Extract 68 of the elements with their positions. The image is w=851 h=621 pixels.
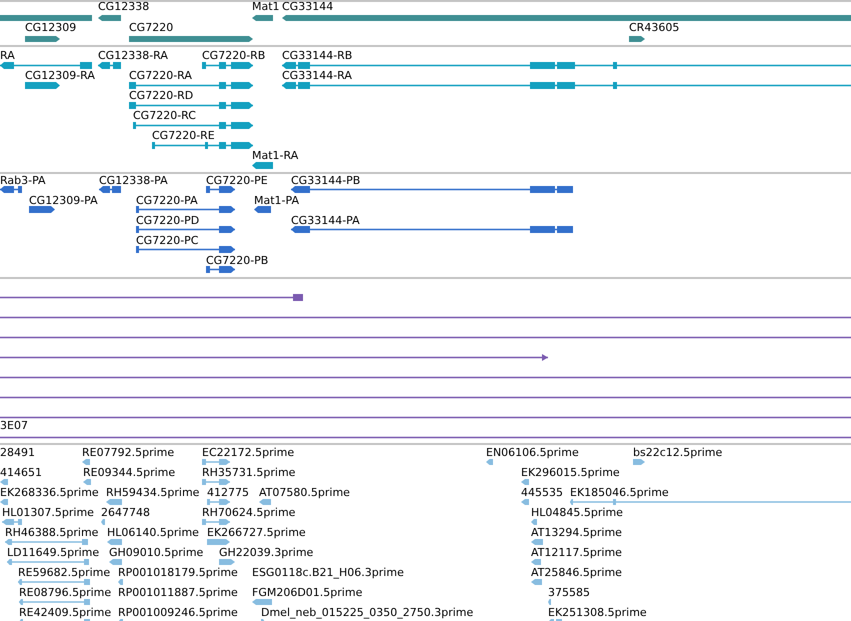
- feature-label: EK268336.5prime: [0, 486, 99, 498]
- feature-label: Mat1-PA: [254, 194, 299, 206]
- feature-label: LD11649.5prime: [7, 546, 100, 558]
- feature-label: bs22c12.5prime: [633, 446, 722, 458]
- feature-label: HL01307.5prime: [2, 506, 94, 518]
- feature-label: RE07792.5prime: [82, 446, 174, 458]
- feature-label: RP001011887.5prime: [118, 586, 238, 598]
- feature-label: 2647748: [101, 506, 150, 518]
- feature-label: GH22039.3prime: [219, 546, 314, 558]
- feature-label: EK296015.5prime: [521, 466, 620, 478]
- feature-label: 445535: [521, 486, 563, 498]
- feature-label: FGM206D01.5prime: [252, 586, 362, 598]
- feature-label: CG12309-PA: [29, 194, 98, 206]
- feature-label: HL04845.5prime: [531, 506, 623, 518]
- feature-label: AT25846.5prime: [531, 566, 622, 578]
- feature-label: CG33144-RA: [282, 68, 352, 82]
- feature-label: CG12309: [25, 21, 76, 34]
- feature-label: CG7220-PA: [136, 194, 198, 206]
- feature-label: RE42409.5prime: [19, 606, 112, 618]
- feature-label: Mat1: [252, 2, 280, 13]
- feature-label: CG7220-RD: [129, 88, 194, 102]
- feature-label: RH46388.5prime: [5, 526, 98, 538]
- feature-label: CG7220-PC: [136, 234, 198, 246]
- feature-label: CG33144-PA: [291, 214, 360, 226]
- feature-label: CG7220-PB: [206, 254, 268, 266]
- feature-label: Mat1-RA: [252, 148, 298, 162]
- feature-label: CG12338: [98, 2, 150, 13]
- feature-label: CG12338-PA: [99, 174, 168, 186]
- feature-label: RP001018179.5prime: [118, 566, 238, 578]
- feature-label: EK266727.5prime: [207, 526, 306, 538]
- feature-label: CG7220-RE: [152, 128, 215, 142]
- feature-label: RH70624.5prime: [202, 506, 296, 518]
- feature-label: CG7220-PD: [136, 214, 200, 226]
- feature-label: 412775: [207, 486, 249, 498]
- feature-label: 28491: [0, 446, 35, 458]
- feature-label: CG7220: [129, 21, 174, 34]
- feature-label: CG7220-RA: [129, 68, 192, 82]
- feature-label: EK251308.5prime: [548, 606, 647, 618]
- feature-label: CG7220-RC: [133, 108, 196, 122]
- feature-label: CG12338-RA: [98, 48, 168, 62]
- feature-label: CR43605: [629, 21, 680, 34]
- feature-label: GH09010.5prime: [109, 546, 204, 558]
- feature-label: Dmel_neb_015225_0350_2750.3prime: [261, 606, 474, 618]
- feature-label: RH35731.5prime: [202, 466, 296, 478]
- feature-label: RA: [0, 48, 15, 62]
- feature-label: CG33144-RB: [282, 48, 352, 62]
- feature-label: ESG0118c.B21_H06.3prime: [252, 566, 404, 578]
- feature-label: AT13294.5prime: [531, 526, 622, 538]
- feature-label: HL06140.5prime: [107, 526, 199, 538]
- feature-label: RH59434.5prime: [106, 486, 200, 498]
- feature-label: AT07580.5prime: [259, 486, 350, 498]
- feature-label: RP001009246.5prime: [118, 606, 238, 618]
- feature-label: 3E07: [0, 418, 28, 432]
- feature-label: EK185046.5prime: [570, 486, 669, 498]
- feature-label: CG33144: [282, 2, 334, 13]
- feature-label: CG7220-RB: [202, 48, 266, 62]
- feature-label: 375585: [548, 586, 590, 598]
- feature-label: AT12117.5prime: [531, 546, 622, 558]
- feature-label: CG33144-PB: [291, 174, 360, 186]
- feature-label: CG7220-PE: [206, 174, 268, 186]
- feature-label: RE59682.5prime: [18, 566, 110, 578]
- feature-label: Rab3-PA: [0, 174, 46, 186]
- feature-label: RE09344.5prime: [83, 466, 176, 478]
- feature-label: 414651: [0, 466, 42, 478]
- feature-label: CG12309-RA: [25, 68, 95, 82]
- feature-label: EN06106.5prime: [486, 446, 579, 458]
- feature-label: RE08796.5prime: [19, 586, 112, 598]
- feature-label: EC22172.5prime: [202, 446, 294, 458]
